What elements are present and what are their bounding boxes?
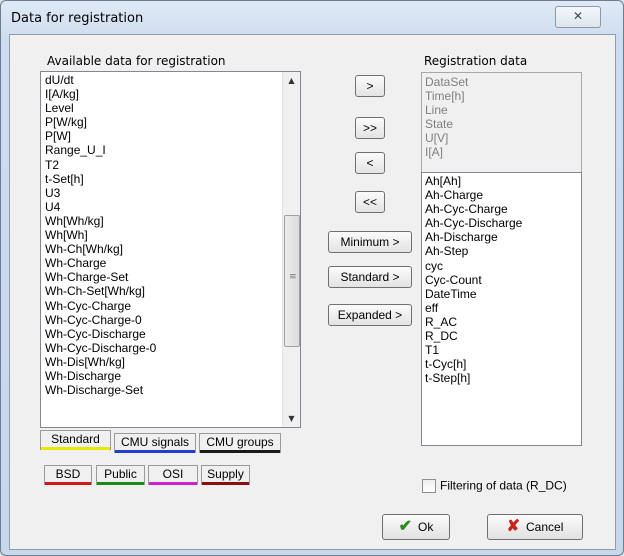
list-item[interactable]: t-Step[h]: [425, 371, 581, 385]
list-item[interactable]: U4: [45, 200, 300, 214]
tab-supply-label: Supply: [207, 467, 244, 481]
list-item[interactable]: dU/dt: [45, 73, 300, 87]
ok-button[interactable]: ✔ Ok: [382, 514, 450, 540]
tab-standard-label: Standard: [51, 432, 100, 446]
list-item[interactable]: I[A/kg]: [45, 87, 300, 101]
registration-fixed-list: DataSet Time[h] Line State U[V] I[A]: [421, 72, 582, 175]
tab-osi[interactable]: OSI: [148, 465, 198, 485]
cancel-button[interactable]: ✘ Cancel: [487, 514, 583, 540]
list-item[interactable]: Wh[Wh]: [45, 228, 300, 242]
remove-all-button[interactable]: <<: [355, 191, 385, 213]
scroll-up-icon[interactable]: ▲: [283, 72, 300, 89]
list-item[interactable]: R_DC: [425, 329, 581, 343]
list-item[interactable]: Ah-Cyc-Charge: [425, 202, 581, 216]
list-item[interactable]: Ah[Ah]: [425, 174, 581, 188]
list-item[interactable]: Wh-Ch[Wh/kg]: [45, 242, 300, 256]
tab-cmu-signals-bar: [115, 450, 195, 453]
tab-standard[interactable]: Standard: [40, 430, 111, 450]
tab-osi-label: OSI: [162, 467, 184, 481]
dialog-window: Data for registration ✕ Available data f…: [0, 0, 624, 556]
tab-bsd[interactable]: BSD: [44, 465, 92, 485]
tab-public-label: Public: [104, 467, 137, 481]
list-item: DataSet: [425, 75, 469, 89]
list-item: I[A]: [425, 145, 444, 160]
registration-label: Registration data: [424, 54, 528, 68]
available-label: Available data for registration: [47, 54, 226, 68]
filter-checkbox[interactable]: Filtering of data (R_DC): [422, 475, 567, 494]
list-item[interactable]: Wh[Wh/kg]: [45, 214, 300, 228]
tab-bsd-label: BSD: [55, 467, 81, 481]
close-button[interactable]: ✕: [555, 6, 601, 28]
list-item: U[V]: [425, 131, 449, 146]
list-item[interactable]: Wh-Ch-Set[Wh/kg]: [45, 284, 300, 298]
available-list[interactable]: dU/dt I[A/kg] Level P[W/kg] P[W] Range_U_I T2 t…: [40, 71, 301, 428]
list-item[interactable]: Ah-Discharge: [425, 230, 581, 244]
list-item[interactable]: t-Set[h]: [45, 172, 300, 186]
list-item: Time[h]: [425, 89, 465, 104]
expanded-button[interactable]: Expanded >: [328, 304, 412, 326]
list-item[interactable]: P[W/kg]: [45, 115, 300, 129]
check-icon: ✔: [398, 518, 413, 535]
tab-supply-bar: [202, 482, 249, 485]
list-item[interactable]: T2: [45, 158, 300, 172]
tab-cmu-groups-label: CMU groups: [206, 435, 274, 449]
list-item[interactable]: Wh-Cyc-Charge: [45, 299, 300, 313]
remove-button[interactable]: <: [355, 152, 385, 174]
list-item[interactable]: Wh-Cyc-Discharge-0: [45, 341, 300, 355]
list-item[interactable]: Ah-Step: [425, 244, 581, 258]
list-item[interactable]: Wh-Cyc-Discharge: [45, 327, 300, 341]
tab-cmu-signals[interactable]: CMU signals: [114, 433, 196, 453]
tab-public-bar: [97, 482, 144, 485]
tab-bsd-bar: [45, 482, 91, 485]
tab-osi-bar: [149, 482, 197, 485]
add-all-button[interactable]: >>: [355, 117, 385, 139]
tab-supply[interactable]: Supply: [201, 465, 250, 485]
list-item: Line: [425, 103, 448, 118]
list-item[interactable]: Wh-Charge-Set: [45, 270, 300, 284]
list-item[interactable]: R_AC: [425, 315, 581, 329]
close-icon: ✕: [572, 9, 584, 23]
available-scrollbar[interactable]: ▲ ≡ ▼: [282, 72, 300, 427]
minimum-button[interactable]: Minimum >: [328, 231, 412, 253]
scroll-down-icon[interactable]: ▼: [283, 410, 300, 427]
checkbox-icon[interactable]: [422, 478, 436, 493]
ok-label: Ok: [418, 520, 434, 534]
tab-cmu-signals-label: CMU signals: [120, 435, 189, 449]
standard-button[interactable]: Standard >: [328, 266, 412, 288]
x-icon: ✘: [506, 518, 521, 535]
list-item: State: [425, 117, 454, 132]
list-item[interactable]: DateTime: [425, 287, 581, 301]
list-item[interactable]: U3: [45, 186, 300, 200]
add-button[interactable]: >: [355, 75, 385, 97]
list-item[interactable]: eff: [425, 301, 581, 315]
tab-cmu-groups[interactable]: CMU groups: [199, 433, 281, 453]
scroll-thumb[interactable]: ≡: [284, 215, 300, 347]
filter-label: Filtering of data (R_DC): [440, 478, 567, 493]
registration-list[interactable]: Ah[Ah] Ah-Charge Ah-Cyc-Charge Ah-Cyc-Disch…: [421, 172, 582, 446]
list-item[interactable]: Wh-Charge: [45, 256, 300, 270]
list-item[interactable]: cyc: [425, 259, 581, 273]
tab-standard-bar: [41, 447, 110, 450]
list-item[interactable]: Cyc-Count: [425, 273, 581, 287]
list-item[interactable]: Wh-Cyc-Charge-0: [45, 313, 300, 327]
list-item[interactable]: Wh-Discharge-Set: [45, 383, 300, 397]
list-item[interactable]: T1: [425, 343, 581, 357]
list-item[interactable]: Level: [45, 101, 300, 115]
list-item[interactable]: Wh-Dis[Wh/kg]: [45, 355, 300, 369]
list-item[interactable]: Ah-Charge: [425, 188, 581, 202]
tab-cmu-groups-bar: [200, 450, 280, 453]
tab-public[interactable]: Public: [96, 465, 145, 485]
title-bar: Data for registration ✕: [1, 1, 623, 37]
list-item[interactable]: t-Cyc[h]: [425, 357, 581, 371]
list-item[interactable]: Wh-Discharge: [45, 369, 300, 383]
dialog-body: Available data for registration dU/dt I[A…: [9, 34, 616, 550]
cancel-label: Cancel: [526, 520, 564, 534]
list-item[interactable]: Range_U_I: [45, 143, 300, 157]
window-title: Data for registration: [11, 11, 144, 26]
list-item[interactable]: P[W]: [45, 129, 300, 143]
list-item[interactable]: Ah-Cyc-Discharge: [425, 216, 581, 230]
